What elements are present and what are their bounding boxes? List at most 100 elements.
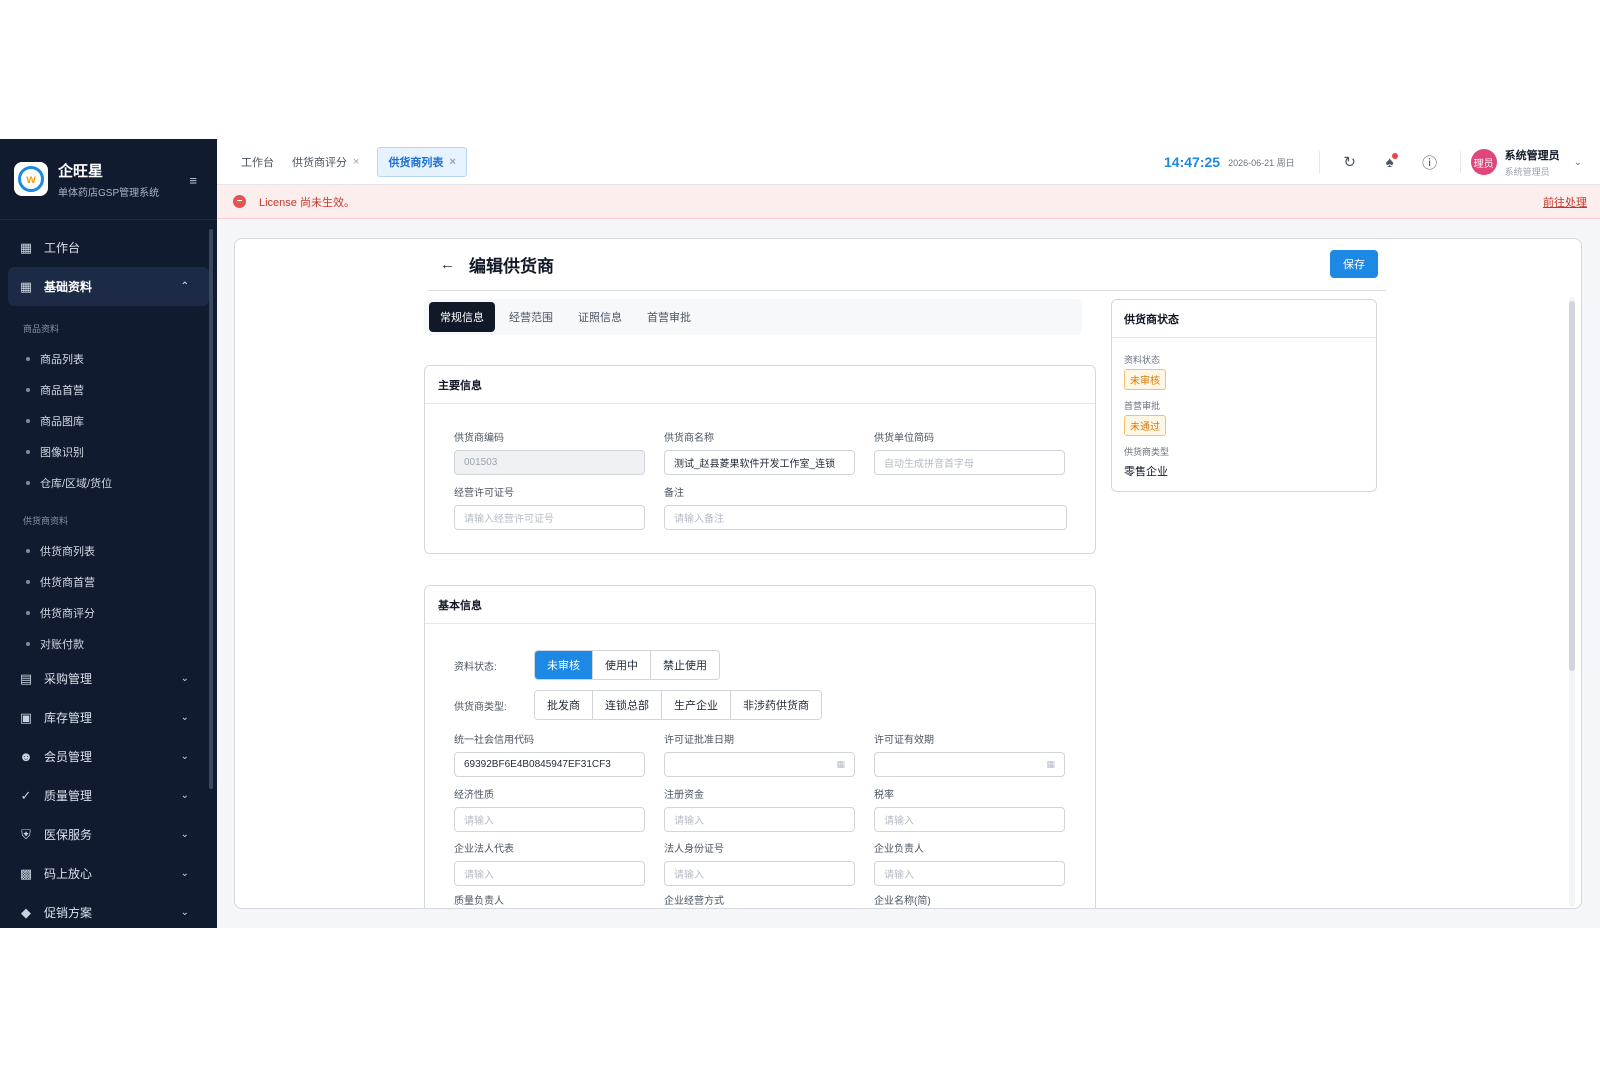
help-icon[interactable]: ⓘ: [1410, 152, 1450, 173]
tab-general-info[interactable]: 常规信息: [429, 302, 495, 332]
alert-action-link[interactable]: 前往处理: [1543, 194, 1587, 210]
tab-workbench[interactable]: 工作台: [241, 154, 274, 170]
sidebar-item-reconciliation[interactable]: 对账付款: [0, 628, 217, 659]
section-title: 主要信息: [425, 366, 1095, 404]
status-option-disabled[interactable]: 禁止使用: [651, 651, 719, 679]
tab-supplier-list[interactable]: 供货商列表 ×: [377, 146, 467, 177]
clock-time: 14:47:25: [1164, 154, 1221, 170]
company-owner-field: 企业负责人 请输入: [874, 840, 1065, 886]
sidebar-item-label: 库存管理: [44, 711, 93, 725]
type-option-manufacturer[interactable]: 生产企业: [662, 691, 731, 719]
sidebar-item-purchase[interactable]: ▤ 采购管理 ⌄: [0, 659, 217, 698]
status-option-unreviewed[interactable]: 未审核: [535, 651, 593, 679]
registered-capital-input[interactable]: 请输入: [664, 807, 855, 832]
avatar[interactable]: 理员: [1470, 149, 1497, 175]
app-logo: w: [14, 162, 48, 196]
sidebar-item-workbench[interactable]: ▦ 工作台: [0, 228, 217, 267]
supplier-abbr-field: 供货单位简码 自动生成拼音首字母: [874, 429, 1065, 475]
status-option-in-use[interactable]: 使用中: [593, 651, 651, 679]
collapse-menu-icon[interactable]: ≡: [189, 173, 197, 188]
field-label: 企业法人代表: [454, 844, 514, 855]
brand-subtitle: 单体药店GSP管理系统: [58, 187, 160, 199]
chevron-down-icon: ⌄: [180, 673, 189, 684]
topbar-right: 14:47:25 2026-06-21 周日 ↻ ♠ ⓘ 理员 系统管理员 系统…: [1164, 139, 1582, 185]
refresh-icon[interactable]: ↻: [1330, 153, 1370, 171]
app-window: w 企旺星 单体药店GSP管理系统 ≡ ▦ 工作台 ▦ 基础资料 ⌃ 商品资料 …: [0, 139, 1600, 928]
valid-date-picker[interactable]: ▦: [874, 752, 1065, 777]
type-option-non-drug[interactable]: 非涉药供货商: [731, 691, 821, 719]
tab-label: 供货商列表: [388, 156, 444, 169]
approve-date-picker[interactable]: ▦: [664, 752, 855, 777]
type-option-wholesaler[interactable]: 批发商: [535, 691, 593, 719]
save-button[interactable]: 保存: [1330, 250, 1378, 278]
sidebar-item-medical-insurance[interactable]: ⛨ 医保服务 ⌄: [0, 815, 217, 854]
license-alert: − License 尚未生效。 前往处理: [217, 185, 1600, 219]
sidebar-item-label: 质量管理: [44, 789, 93, 803]
chevron-down-icon: ⌄: [180, 712, 189, 723]
brand-name: 企旺星: [58, 162, 104, 180]
scan-icon: ▩: [19, 865, 33, 881]
panel-title: 供货商状态: [1112, 300, 1376, 338]
sidebar-item-supplier-first[interactable]: 供货商首营: [0, 566, 217, 597]
calendar-icon: ▦: [836, 759, 845, 769]
license-number-input[interactable]: 请输入经营许可证号: [454, 505, 645, 530]
supplier-name-input[interactable]: 测试_赵县菱果软件开发工作室_连锁: [664, 450, 855, 475]
field-label: 许可证有效期: [874, 735, 934, 746]
inventory-icon: ▣: [19, 709, 33, 725]
legal-id-input[interactable]: 请输入: [664, 861, 855, 886]
chevron-up-icon: ⌃: [180, 281, 189, 292]
chevron-down-icon[interactable]: ⌄: [1574, 157, 1582, 168]
sidebar-item-promotion[interactable]: ◆ 促销方案 ⌄: [0, 893, 217, 932]
sidebar: w 企旺星 单体药店GSP管理系统 ≡ ▦ 工作台 ▦ 基础资料 ⌃ 商品资料 …: [0, 139, 217, 928]
company-owner-input[interactable]: 请输入: [874, 861, 1065, 886]
tab-license-info[interactable]: 证照信息: [567, 302, 633, 332]
close-icon[interactable]: ×: [353, 156, 359, 168]
type-option-chain-hq[interactable]: 连锁总部: [593, 691, 662, 719]
tax-rate-input[interactable]: 请输入: [874, 807, 1065, 832]
sidebar-item-goods-gallery[interactable]: 商品图库: [0, 405, 217, 436]
sidebar-item-warehouse[interactable]: 仓库/区域/货位: [0, 467, 217, 498]
approve-date-field: 许可证批准日期 ▦: [664, 731, 855, 777]
sidebar-item-image-recognition[interactable]: 图像识别: [0, 436, 217, 467]
user-name: 系统管理员: [1504, 149, 1560, 162]
credit-code-input[interactable]: 69392BF6E4B0845947EF31CF3: [454, 752, 645, 777]
data-status-label: 资料状态: [1124, 355, 1161, 365]
sidebar-item-supplier-rating[interactable]: 供货商评分: [0, 597, 217, 628]
sidebar-scrollbar[interactable]: [209, 229, 213, 789]
field-label: 经营许可证号: [454, 488, 514, 499]
field-label: 经济性质: [454, 790, 494, 801]
tab-business-scope[interactable]: 经营范围: [498, 302, 564, 332]
sidebar-item-basic-data[interactable]: ▦ 基础资料 ⌃: [8, 267, 209, 306]
divider: [1459, 151, 1461, 173]
content-scrollbar[interactable]: [1569, 297, 1575, 907]
user-info[interactable]: 系统管理员 系统管理员: [1505, 147, 1560, 178]
economic-nature-input[interactable]: 请输入: [454, 807, 645, 832]
tax-rate-field: 税率 请输入: [874, 786, 1065, 832]
quality-manager-field: 质量负责人: [454, 892, 645, 908]
field-label: 法人身份证号: [664, 844, 724, 855]
sidebar-item-label: 码上放心: [44, 867, 93, 881]
valid-date-field: 许可证有效期 ▦: [874, 731, 1065, 777]
sidebar-item-members[interactable]: ☻ 会员管理 ⌄: [0, 737, 217, 776]
tab-supplier-rating[interactable]: 供货商评分 ×: [292, 154, 359, 170]
back-arrow-icon[interactable]: ←: [440, 256, 455, 273]
brand: w 企旺星 单体药店GSP管理系统 ≡: [0, 139, 217, 220]
tab-label: 工作台: [241, 156, 274, 169]
main-area: 工作台 供货商评分 × 供货商列表 × 14:47:25 2026-06-21 周日…: [217, 139, 1600, 928]
supplier-abbr-input[interactable]: 自动生成拼音首字母: [874, 450, 1065, 475]
sidebar-item-supplier-list[interactable]: 供货商列表: [0, 535, 217, 566]
sidebar-item-scan[interactable]: ▩ 码上放心 ⌄: [0, 854, 217, 893]
sidebar-item-goods-list[interactable]: 商品列表: [0, 343, 217, 374]
close-icon[interactable]: ×: [449, 156, 455, 168]
nav-group-goods: 商品资料: [23, 324, 60, 334]
sidebar-item-inventory[interactable]: ▣ 库存管理 ⌄: [0, 698, 217, 737]
legal-rep-input[interactable]: 请输入: [454, 861, 645, 886]
sidebar-item-quality[interactable]: ✓ 质量管理 ⌄: [0, 776, 217, 815]
notification-dot: [1391, 152, 1398, 159]
tab-first-approval[interactable]: 首营审批: [636, 302, 702, 332]
sidebar-item-goods-first[interactable]: 商品首营: [0, 374, 217, 405]
bell-icon[interactable]: ♠: [1370, 152, 1410, 171]
remark-input[interactable]: 请输入备注: [664, 505, 1067, 530]
sidebar-item-label: 采购管理: [44, 672, 93, 686]
tag-icon: ◆: [21, 904, 31, 920]
